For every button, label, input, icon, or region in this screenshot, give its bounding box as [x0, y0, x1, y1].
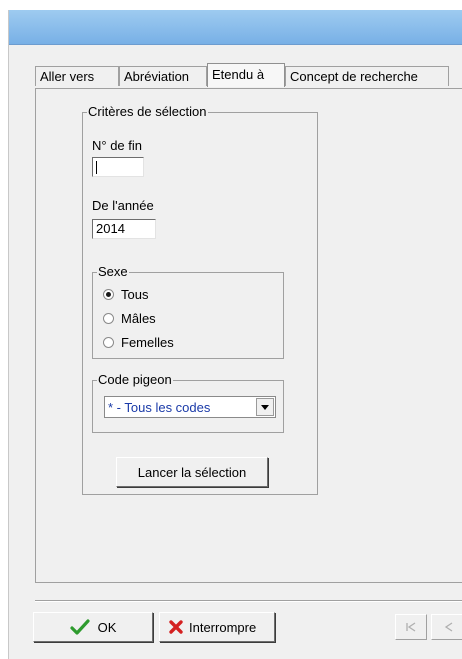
radio-females-indicator[interactable] [103, 336, 114, 348]
radio-males-label: Mâles [121, 310, 156, 326]
end-number-label: N° de fin [92, 138, 143, 153]
tab-abreviation[interactable]: Abréviation [119, 66, 207, 86]
run-selection-label: Lancer la sélection [137, 464, 247, 480]
dropdown-button[interactable] [256, 398, 274, 416]
footer-separator [35, 600, 462, 602]
tab-etendu-a[interactable]: Etendu à [207, 63, 285, 87]
previous-record-button[interactable] [431, 614, 462, 640]
tab-concept-de-recherche[interactable]: Concept de recherche [285, 66, 449, 86]
text-cursor [96, 161, 97, 175]
ok-label: OK [97, 619, 117, 635]
radio-males-indicator[interactable] [103, 312, 114, 324]
checkmark-icon [69, 619, 90, 635]
radio-all-indicator[interactable] [103, 288, 114, 300]
previous-record-icon [442, 620, 454, 635]
first-record-button[interactable] [395, 614, 427, 640]
year-field[interactable]: 2014 [92, 219, 156, 239]
radio-males[interactable]: Mâles [103, 309, 156, 327]
pigeon-code-dropdown[interactable]: * - Tous les codes [104, 396, 276, 418]
pigeon-code-selected: * - Tous les codes [108, 399, 211, 415]
tab-aller-vers[interactable]: Aller vers [35, 66, 119, 86]
first-record-icon [405, 620, 417, 635]
ok-button[interactable]: OK [33, 612, 153, 642]
sex-legend: Sexe [98, 264, 128, 279]
radio-females-label: Femelles [121, 334, 174, 350]
year-label: De l'année [92, 198, 154, 213]
radio-all[interactable]: Tous [103, 285, 148, 303]
end-number-field[interactable] [92, 157, 144, 177]
radio-females[interactable]: Femelles [103, 333, 174, 351]
pigeon-code-legend: Code pigeon [98, 372, 172, 387]
run-selection-button[interactable]: Lancer la sélection [116, 457, 268, 487]
tab-panel-etendu-a: Critères de sélection N° de fin De l'ann… [35, 88, 462, 583]
dialog-window: Aller vers Abréviation Etendu à Concept … [8, 10, 462, 659]
radio-all-label: Tous [121, 286, 149, 302]
title-bar[interactable] [9, 10, 462, 45]
abort-label: Interrompre [189, 619, 257, 635]
selection-criteria-legend: Critères de sélection [88, 104, 207, 119]
abort-button[interactable]: Interrompre [159, 612, 275, 642]
chevron-down-icon [261, 404, 269, 410]
cross-icon [168, 619, 184, 635]
